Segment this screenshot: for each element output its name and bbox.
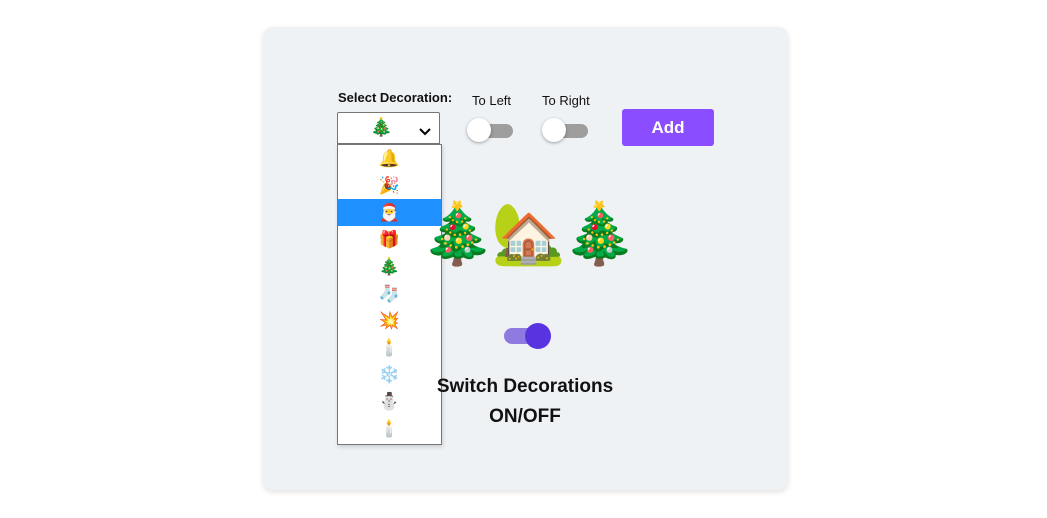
switch-decorations-toggle[interactable]	[504, 322, 552, 350]
toggle-knob	[542, 118, 566, 142]
dropdown-option-party-popper[interactable]: 🎉	[338, 172, 441, 199]
switch-label-line1: Switch Decorations	[436, 376, 614, 397]
decoration-item: 🎄	[420, 200, 495, 267]
dropdown-option-bell[interactable]: 🔔	[338, 145, 441, 172]
add-button[interactable]: Add	[622, 109, 714, 146]
to-right-label: To Right	[542, 93, 590, 108]
toggle-knob	[525, 323, 551, 349]
switch-decorations-label: Switch Decorations ON/OFF	[420, 372, 630, 432]
select-decoration-label: Select Decoration:	[338, 90, 453, 105]
decoration-select[interactable]: 🎄	[337, 112, 440, 144]
decoration-display: 🎄 🏡 🎄	[420, 196, 637, 272]
to-left-label: To Left	[472, 93, 512, 108]
decoration-item: 🏡	[491, 200, 566, 267]
selected-decoration-value: 🎄	[370, 117, 393, 137]
to-left-toggle[interactable]	[467, 118, 513, 142]
toggle-knob	[467, 118, 491, 142]
decoration-item: 🎄	[562, 200, 637, 267]
dropdown-option-socks[interactable]: 🧦	[338, 280, 441, 307]
dropdown-option-candle[interactable]: 🕯️	[338, 334, 441, 361]
chevron-down-icon	[419, 123, 431, 141]
dropdown-option-sparkle[interactable]: 💥	[338, 307, 441, 334]
to-right-toggle[interactable]	[542, 118, 588, 142]
switch-label-line2: ON/OFF	[489, 406, 561, 427]
